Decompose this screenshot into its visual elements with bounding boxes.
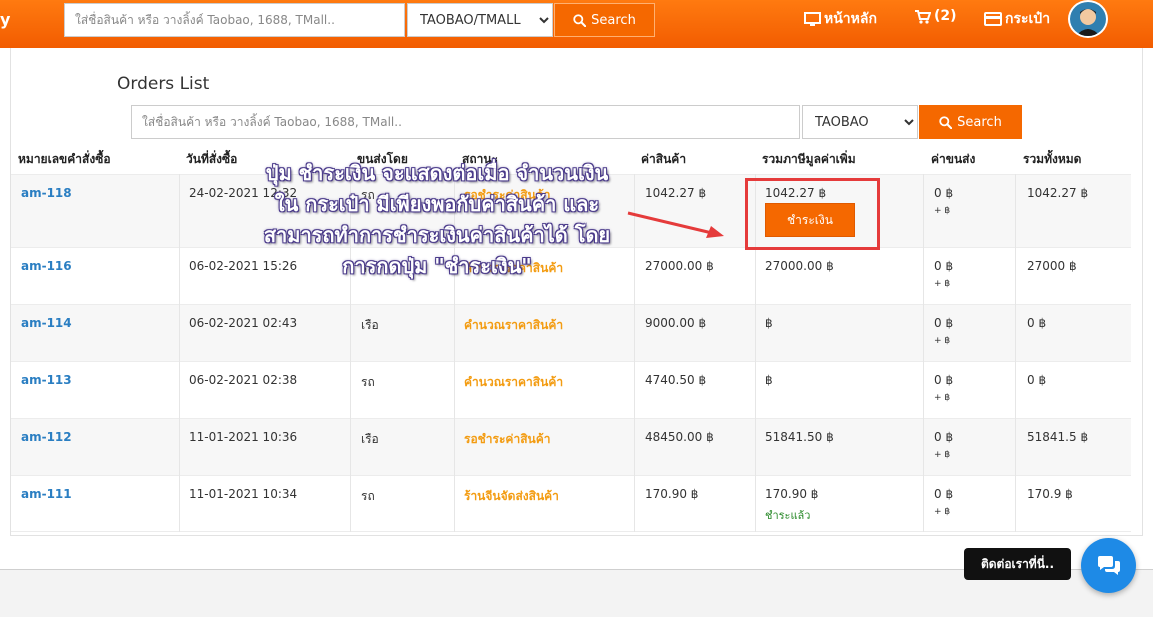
- annotation-arrow: [627, 211, 724, 238]
- annotation-line: ปุ่ม ชำระเงิน จะแสดงต่อเมื่อ จำนวนเงิน: [265, 161, 609, 185]
- annotation-line: การกดปุ่ม "ชำระเงิน": [342, 254, 532, 278]
- annotation-line: ใน กระเป๋า มีเพียงพอกับค่าสินค้า และ: [274, 192, 600, 216]
- chat-icon: [1097, 555, 1120, 575]
- page: y TAOBAO/TMALL Search หน้าหลัก (2) กระเป…: [0, 0, 1153, 617]
- annotation-callout: ปุ่ม ชำระเงิน จะแสดงต่อเมื่อ จำนวนเงิน ใ…: [232, 158, 642, 282]
- annotation-line: สามารถทำการชำระเงินค่าสินค้าได้ โดย: [263, 223, 611, 247]
- contact-tooltip[interactable]: ติดต่อเราที่นี่..: [964, 548, 1071, 580]
- chat-button[interactable]: [1081, 538, 1136, 593]
